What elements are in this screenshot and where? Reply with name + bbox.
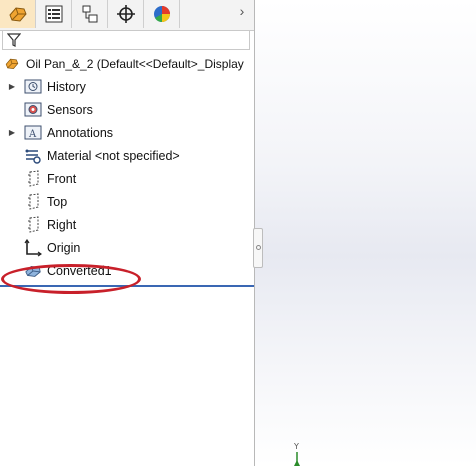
tree-root-label: Oil Pan_&_2 (Default<<Default>_Display bbox=[26, 56, 244, 71]
tree-item-history[interactable]: ▶ History bbox=[0, 75, 254, 98]
crosshair-icon bbox=[116, 5, 135, 23]
tree-item-label: Material <not specified> bbox=[47, 148, 180, 163]
material-icon bbox=[24, 148, 42, 164]
tree-item-label: Annotations bbox=[47, 125, 114, 140]
part-icon bbox=[3, 56, 21, 72]
history-folder-icon bbox=[24, 79, 42, 95]
part-icon bbox=[8, 7, 27, 22]
feature-manager-pane: › Oil Pan_&_2 (Default<<Default>_Display… bbox=[0, 0, 255, 466]
configuration-icon bbox=[82, 5, 97, 23]
tree-item-label: Origin bbox=[47, 240, 81, 255]
triad-axis-icon bbox=[294, 452, 300, 466]
tree-root-part[interactable]: Oil Pan_&_2 (Default<<Default>_Display bbox=[0, 52, 254, 75]
featuremanager-tab[interactable] bbox=[0, 0, 36, 28]
svg-text:A: A bbox=[28, 129, 37, 140]
origin-icon bbox=[24, 238, 42, 256]
tree-item-label: Top bbox=[47, 194, 68, 209]
expand-arrow-icon[interactable]: ▶ bbox=[6, 127, 18, 139]
plane-icon bbox=[24, 169, 42, 187]
annotations-folder-icon: A bbox=[24, 125, 42, 141]
tree-item-sensors[interactable]: Sensors bbox=[0, 98, 254, 121]
tree-item-annotations[interactable]: ▶ A Annotations bbox=[0, 121, 254, 144]
tree-item-material[interactable]: Material <not specified> bbox=[0, 144, 254, 167]
splitter-grip-icon bbox=[256, 245, 261, 250]
plane-icon bbox=[24, 192, 42, 210]
feature-tree: Oil Pan_&_2 (Default<<Default>_Display ▶… bbox=[0, 52, 254, 282]
tree-item-label: Right bbox=[47, 217, 77, 232]
appearance-pie-icon bbox=[153, 6, 170, 23]
plane-icon bbox=[24, 215, 42, 233]
tree-item-right-plane[interactable]: Right bbox=[0, 213, 254, 236]
tab-overflow-arrow[interactable]: › bbox=[234, 3, 250, 25]
tree-item-label: Front bbox=[47, 171, 77, 186]
filter-icon bbox=[7, 33, 21, 47]
tree-item-label: History bbox=[47, 79, 86, 94]
tree-item-top-plane[interactable]: Top bbox=[0, 190, 254, 213]
tree-filter[interactable] bbox=[2, 30, 250, 50]
imported-body-icon bbox=[24, 263, 42, 279]
tree-item-label: Converted1 bbox=[47, 263, 112, 278]
dimxpertmanager-tab[interactable] bbox=[108, 0, 144, 28]
tree-item-label: Sensors bbox=[47, 102, 93, 117]
reference-triad: Y bbox=[292, 442, 306, 466]
displaymanager-tab[interactable] bbox=[144, 0, 180, 28]
tree-item-origin[interactable]: Origin bbox=[0, 236, 254, 259]
configurationmanager-tab[interactable] bbox=[72, 0, 108, 28]
property-list-icon bbox=[45, 5, 62, 23]
manager-tab-bar: › bbox=[0, 0, 254, 31]
expand-arrow-icon[interactable]: ▶ bbox=[6, 81, 18, 93]
graphics-area[interactable] bbox=[255, 0, 476, 466]
tree-item-converted1[interactable]: Converted1 bbox=[0, 259, 254, 282]
propertymanager-tab[interactable] bbox=[36, 0, 72, 28]
rollback-bar[interactable] bbox=[0, 285, 254, 287]
tree-item-front-plane[interactable]: Front bbox=[0, 167, 254, 190]
sensors-folder-icon bbox=[24, 102, 42, 118]
pane-splitter-handle[interactable] bbox=[253, 228, 263, 268]
